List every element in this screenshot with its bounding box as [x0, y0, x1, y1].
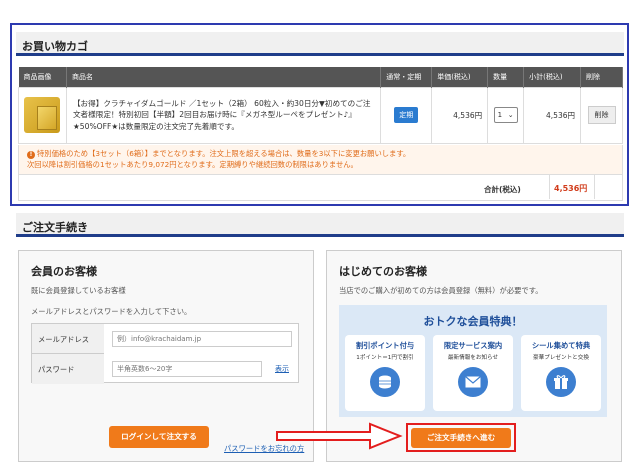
mail-icon: [458, 367, 488, 397]
col-type: 通常・定期: [380, 67, 433, 87]
col-name: 商品名: [66, 67, 382, 87]
benefit-title-points: 割引ポイント付与: [355, 341, 415, 350]
cart-item-row: 【お得】クラチャイダムゴールド ／1セット（2箱） 60粒入・約30日分▼初めて…: [18, 86, 623, 144]
notice-line-1: 特別価格のため【3セット（6箱）】までとなります。注文上限を超える場合は、数量を…: [37, 149, 411, 158]
login-form: メールアドレス パスワード 表示: [31, 323, 299, 384]
login-button[interactable]: ログインして注文する: [109, 426, 209, 448]
member-benefits: おトクな会員特典！ 割引ポイント付与 1ポイント＝1円で割引 限定サービス案内 …: [339, 305, 607, 417]
product-name[interactable]: 【お得】クラチャイダムゴールド ／1セット（2箱） 60粒入・約30日分▼初めて…: [65, 86, 382, 144]
total-value: 4,536円: [554, 184, 588, 193]
member-desc-2: メールアドレスとパスワードを入力して下さい。: [31, 307, 192, 316]
proceed-highlight-frame: [406, 423, 516, 452]
password-label: パスワード: [32, 354, 104, 384]
guest-desc: 当店でのご購入が初めての方は会員登録（無料）が必要です。: [339, 286, 543, 295]
unit-price: 4,536円: [431, 86, 489, 144]
password-field[interactable]: [112, 361, 262, 377]
col-quantity: 数量: [487, 67, 525, 87]
benefit-sub-sticker: 豪華プレゼントと交換: [533, 355, 589, 361]
total-label: 合計(税込): [484, 185, 521, 194]
benefit-title-service: 限定サービス案内: [443, 341, 503, 350]
product-image[interactable]: [24, 97, 61, 133]
warning-icon: !: [27, 151, 35, 159]
notice-line-2: 次回以降は割引価格の1セットあたり9,072円となります。定期縛りや継続回数の制…: [27, 159, 358, 169]
total-row: 合計(税込) 4,536円: [18, 175, 623, 201]
col-image: 商品画像: [18, 67, 67, 87]
col-subtotal: 小計(税込): [523, 67, 581, 87]
cart-notice: ! 特別価格のため【3セット（6箱）】までとなります。注文上限を超える場合は、数量…: [18, 145, 623, 175]
checkout-section-title: ご注文手続き: [16, 213, 624, 237]
benefit-sub-service: 最新情報をお知らせ: [447, 355, 499, 361]
coins-icon: [370, 367, 400, 397]
show-password-link[interactable]: 表示: [275, 364, 289, 374]
cart-header-row: 商品画像 商品名 通常・定期 単価(税込) 数量 小計(税込) 削除: [18, 67, 623, 87]
chevron-down-icon: ⌄: [507, 111, 514, 119]
member-panel: 会員のお客様 既に会員登録しているお客様 メールアドレスとパスワードを入力して下…: [18, 250, 314, 462]
product-image-cell: [18, 86, 67, 144]
delete-button[interactable]: 削除: [587, 106, 616, 124]
cart-table: 商品画像 商品名 通常・定期 単価(税込) 数量 小計(税込) 削除 【お得】ク…: [18, 67, 623, 144]
gift-icon: [546, 367, 576, 397]
quantity-value: 1: [497, 111, 503, 119]
quantity-select[interactable]: 1 ⌄: [493, 107, 518, 123]
email-label: メールアドレス: [32, 324, 104, 354]
col-delete: 削除: [580, 67, 623, 87]
arrow-right-icon: [276, 422, 403, 450]
subtotal: 4,536円: [523, 86, 581, 144]
member-title: 会員のお客様: [31, 265, 97, 278]
benefit-card-sticker: シール集めて特典 豪華プレゼントと交換: [521, 335, 601, 411]
benefit-card-points: 割引ポイント付与 1ポイント＝1円で割引: [345, 335, 425, 411]
subscription-badge: 定期: [394, 107, 419, 123]
guest-title: はじめてのお客様: [339, 265, 427, 278]
benefit-title: おトクな会員特典！: [423, 315, 523, 328]
col-unit-price: 単価(税込): [431, 67, 489, 87]
benefit-sub-points: 1ポイント＝1円で割引: [356, 355, 414, 361]
benefit-title-sticker: シール集めて特典: [531, 341, 591, 350]
email-field[interactable]: [112, 331, 292, 347]
cart-section-title: お買い物カゴ: [16, 32, 624, 56]
member-desc-1: 既に会員登録しているお客様: [31, 286, 126, 295]
benefit-card-service: 限定サービス案内 最新情報をお知らせ: [433, 335, 513, 411]
